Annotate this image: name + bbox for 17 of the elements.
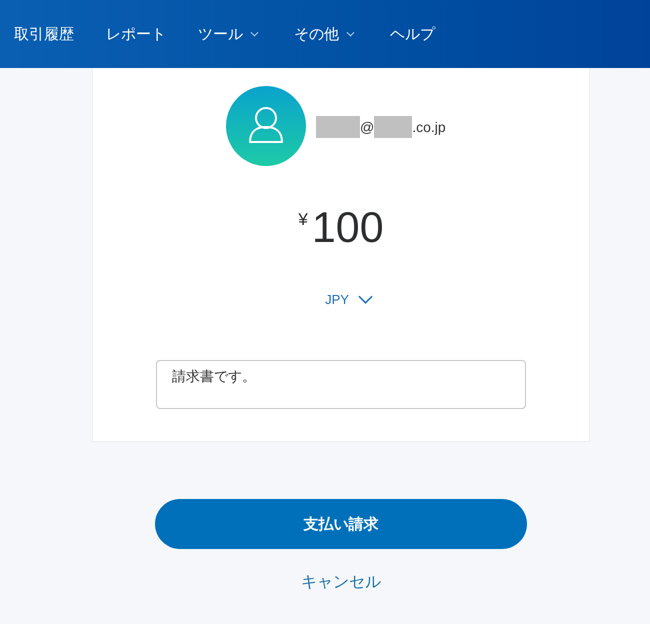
email-text: @ <box>360 119 374 135</box>
note-field[interactable]: 請求書です。 <box>156 360 526 409</box>
redaction-block <box>374 116 412 138</box>
chevron-down-icon <box>358 295 373 304</box>
amount-value: 100 <box>312 204 384 252</box>
nav-menu-item[interactable]: ヘルプ <box>390 24 435 44</box>
request-payment-button[interactable]: 支払い請求 <box>155 499 527 549</box>
redaction-block <box>316 116 360 138</box>
nav-menu-item[interactable]: ツール <box>198 24 262 44</box>
cancel-link[interactable]: キャンセル <box>301 572 381 593</box>
nav-menu-item[interactable]: その他 <box>294 24 358 44</box>
user-avatar-icon <box>226 86 306 166</box>
currency-symbol: ¥ <box>298 210 308 230</box>
currency-selector[interactable]: JPY <box>325 292 373 307</box>
email-text: .co.jp <box>412 119 446 135</box>
nav-menu-item[interactable]: 取引履歴 <box>14 24 74 44</box>
nav-menu-item[interactable]: レポート <box>106 24 166 44</box>
